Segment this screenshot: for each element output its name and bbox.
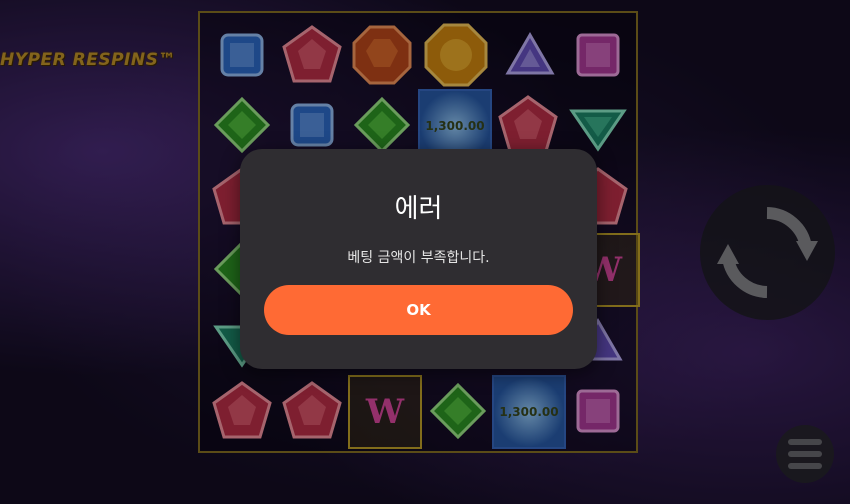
ok-button[interactable]: OK: [264, 285, 573, 335]
dialog-title: 에러: [394, 194, 443, 224]
dialog-message: 베팅 금액이 부족합니다.: [347, 250, 490, 266]
error-dialog: 에러 베팅 금액이 부족합니다. OK: [240, 149, 597, 369]
